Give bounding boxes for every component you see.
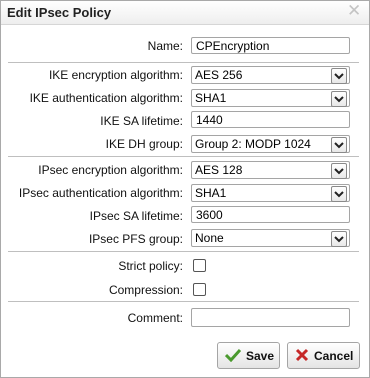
name-input[interactable] [191,37,350,54]
chevron-down-icon[interactable] [331,231,347,247]
comment-input[interactable] [191,308,350,327]
cancel-button[interactable]: Cancel [287,342,360,369]
comment-label: Comment: [127,311,183,325]
ike-dh-group-label: IKE DH group: [105,137,183,151]
ike-encryption-label: IKE encryption algorithm: [48,68,183,82]
ipsec-authentication-label: IPsec authentication algorithm: [18,186,183,200]
ipsec-encryption-value: AES 128 [195,163,243,177]
ike-encryption-value: AES 256 [195,68,243,82]
dialog-title: Edit IPsec Policy [7,5,112,20]
ike-authentication-select[interactable]: SHA1 [191,89,350,107]
save-button[interactable]: Save [217,342,280,369]
ipsec-encryption-label: IPsec encryption algorithm: [38,163,183,177]
ipsec-pfs-group-label: IPsec PFS group: [88,232,183,246]
name-label: Name: [147,39,183,53]
x-icon [295,348,309,365]
ike-dh-group-value: Group 2: MODP 1024 [195,137,311,151]
separator [8,62,359,63]
save-button-label: Save [246,349,275,363]
ipsec-pfs-group-value: None [195,231,224,245]
ike-sa-lifetime-label: IKE SA lifetime: [100,114,183,128]
chevron-down-icon[interactable] [331,68,347,84]
separator [8,301,359,302]
ipsec-authentication-value: SHA1 [195,186,227,200]
chevron-down-icon[interactable] [331,137,347,153]
dialog-titlebar: Edit IPsec Policy ✕ [1,1,369,25]
separator [8,251,359,252]
strict-policy-checkbox[interactable] [193,259,206,272]
ipsec-authentication-select[interactable]: SHA1 [191,184,350,202]
chevron-down-icon[interactable] [331,163,347,179]
ike-sa-lifetime-input[interactable] [191,111,350,128]
ipsec-pfs-group-select[interactable]: None [191,229,350,247]
ike-dh-group-select[interactable]: Group 2: MODP 1024 [191,135,350,153]
close-icon[interactable]: ✕ [347,2,361,19]
cancel-button-label: Cancel [314,349,354,363]
ipsec-sa-lifetime-label: IPsec SA lifetime: [89,209,183,223]
ike-encryption-select[interactable]: AES 256 [191,66,350,84]
edit-ipsec-policy-dialog: Edit IPsec Policy ✕ Name: IKE encryption… [0,0,370,378]
check-icon [224,348,242,365]
separator [8,156,359,157]
chevron-down-icon[interactable] [331,186,347,202]
ipsec-sa-lifetime-input[interactable] [191,206,350,223]
chevron-down-icon[interactable] [331,91,347,107]
strict-policy-label: Strict policy: [118,259,183,273]
ike-authentication-label: IKE authentication algorithm: [29,91,183,105]
compression-checkbox[interactable] [193,283,206,296]
ike-authentication-value: SHA1 [195,91,227,105]
compression-label: Compression: [108,283,183,297]
ipsec-encryption-select[interactable]: AES 128 [191,161,350,179]
